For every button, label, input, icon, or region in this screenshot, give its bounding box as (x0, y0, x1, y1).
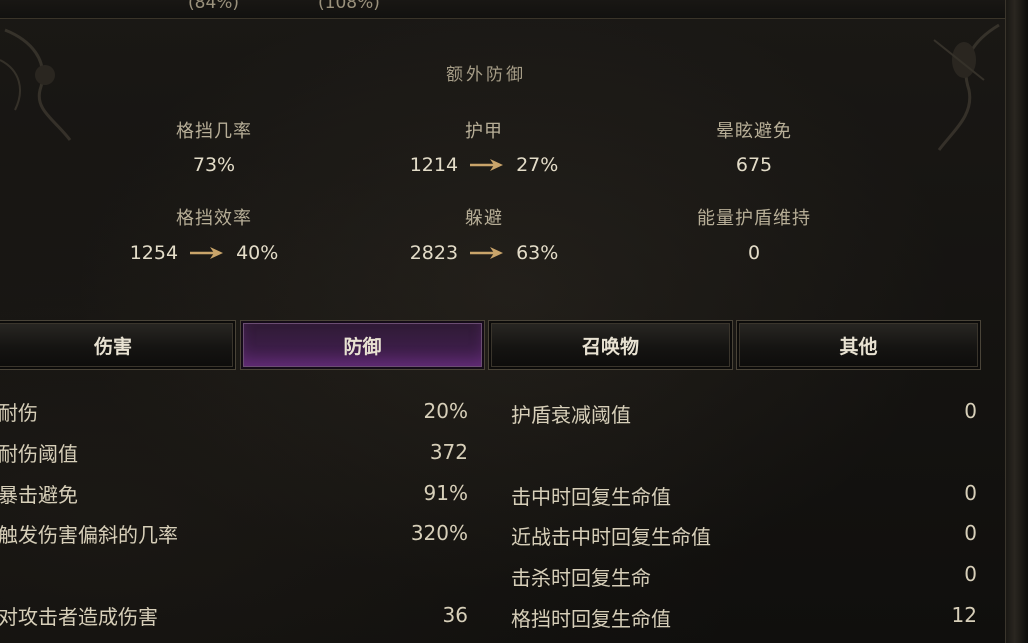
stat-label-block-chance: 格挡几率 (176, 121, 252, 142)
ornament-right-icon (933, 23, 1000, 151)
top-value-right: (108%) (318, 0, 380, 13)
stat-value-raw: 1214 (409, 154, 459, 176)
row-value-crit-avoidance: 91% (423, 481, 468, 505)
stat-label-block-effectiveness: 格挡效率 (176, 208, 252, 229)
row-value-endurance: 20% (423, 399, 468, 423)
window-frame-right (1005, 0, 1028, 643)
category-tabs: 伤害 防御 召唤物 其他 (0, 320, 983, 372)
row-label-endurance-threshold: 耐伤阈值 (0, 442, 78, 466)
stat-value-percent: 63% (516, 242, 559, 264)
row-label-life-on-block: 格挡时回复生命值 (511, 607, 671, 631)
row-label-ward-decay-threshold: 护盾衰减阈值 (511, 403, 631, 427)
stat-value-percent: 27% (516, 154, 559, 176)
tab-damage[interactable]: 伤害 (0, 320, 236, 370)
stat-label-stun-avoidance: 晕眩避免 (716, 121, 792, 142)
row-label-endurance: 耐伤 (0, 401, 38, 425)
row-value-ward-decay-threshold: 0 (964, 399, 977, 423)
row-label-crit-avoidance: 暴击避免 (0, 483, 78, 507)
stat-value-stun-avoidance: 675 (604, 154, 904, 176)
row-value-life-on-kill: 0 (964, 562, 977, 586)
row-value-endurance-threshold: 372 (429, 440, 468, 464)
stat-label-dodge: 躲避 (465, 208, 503, 229)
previous-stats-strip: (84%) (108%) (0, 0, 1006, 19)
stat-value-text: 0 (747, 242, 761, 264)
top-value-left: (84%) (188, 0, 240, 13)
stat-label-armor: 护甲 (465, 121, 503, 142)
stat-value-armor: 1214 27% (334, 154, 634, 176)
tab-defense[interactable]: 防御 (240, 320, 485, 370)
stat-value-text: 675 (735, 154, 773, 176)
tab-minions[interactable]: 召唤物 (488, 320, 733, 370)
row-label-damage-reflected: 对攻击者造成伤害 (0, 605, 158, 629)
row-label-life-on-hit: 击中时回复生命值 (511, 485, 671, 509)
row-label-glancing-blow-chance: 触发伤害偏斜的几率 (0, 523, 178, 547)
tab-other[interactable]: 其他 (736, 320, 981, 370)
stat-value-block-effectiveness: 1254 40% (54, 242, 354, 264)
stat-label-ward-retention: 能量护盾维持 (697, 208, 811, 229)
arrow-right-icon (470, 247, 504, 259)
stat-value-text: 73% (192, 154, 236, 176)
row-value-life-on-block: 12 (951, 603, 977, 627)
arrow-right-icon (190, 247, 224, 259)
stat-value-ward-retention: 0 (604, 242, 904, 264)
row-value-damage-reflected: 36 (442, 603, 468, 627)
row-label-life-on-melee-hit: 近战击中时回复生命值 (511, 525, 711, 549)
stat-value-percent: 40% (236, 242, 279, 264)
stat-value-raw: 2823 (409, 242, 459, 264)
stat-value-dodge: 2823 63% (334, 242, 634, 264)
row-value-life-on-melee-hit: 0 (964, 521, 977, 545)
row-value-life-on-hit: 0 (964, 481, 977, 505)
stat-value-block-chance: 73% (64, 154, 364, 176)
row-value-glancing-blow-chance: 320% (410, 521, 468, 545)
stat-value-raw: 1254 (129, 242, 179, 264)
arrow-right-icon (470, 159, 504, 171)
section-title: 额外防御 (446, 65, 526, 85)
row-label-life-on-kill: 击杀时回复生命 (511, 566, 651, 590)
